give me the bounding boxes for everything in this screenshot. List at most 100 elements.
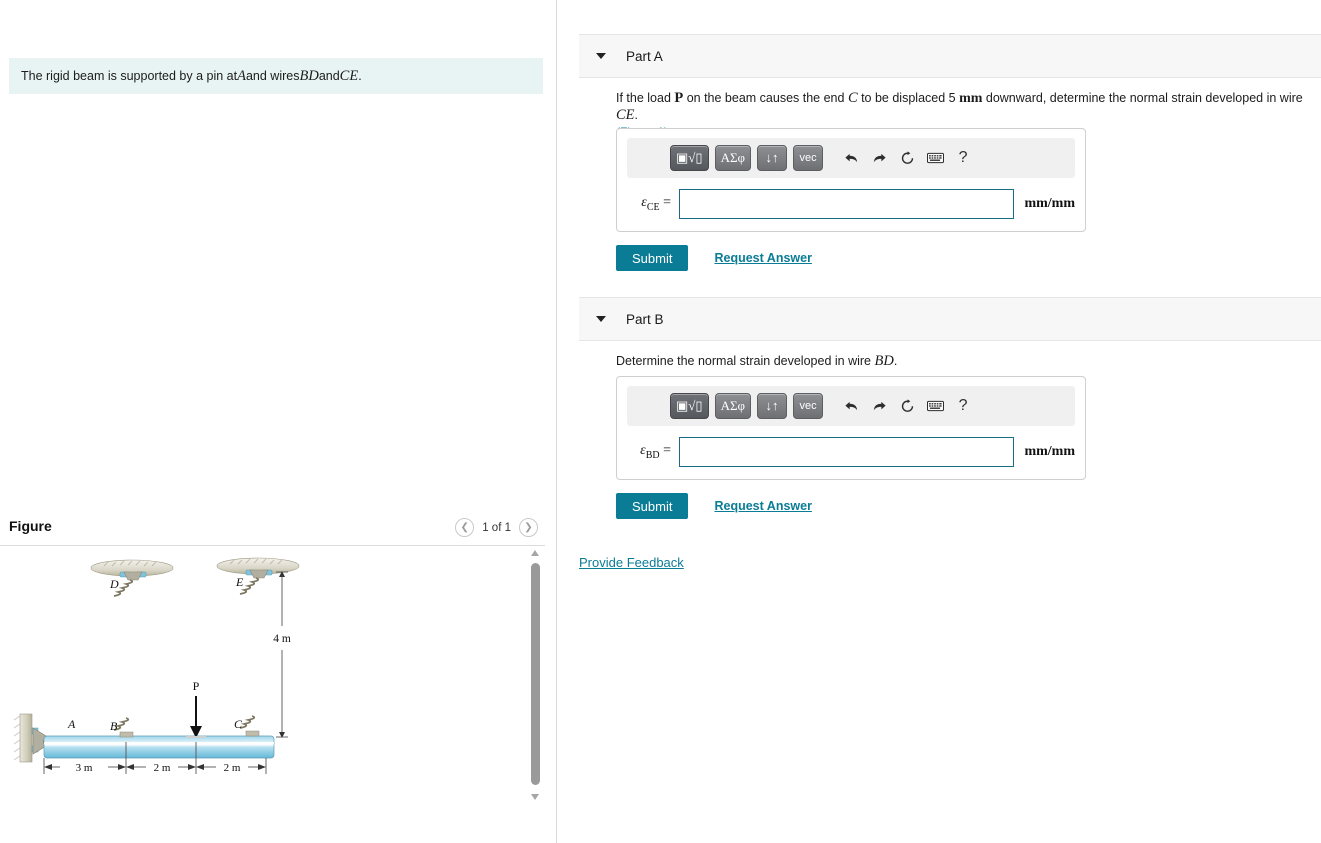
- part-b-label: Part B: [626, 311, 664, 327]
- help-glyph: ?: [958, 397, 968, 414]
- figure-prev-button[interactable]: ❮: [455, 518, 475, 537]
- qb-text2: .: [893, 354, 898, 368]
- part-a-units: mm/mm: [1024, 196, 1075, 211]
- qa-wire-ce: CE: [616, 107, 635, 123]
- caret-down-icon[interactable]: [596, 316, 606, 322]
- part-a-answer-label: εCE =: [627, 195, 671, 213]
- help-icon[interactable]: ?: [952, 147, 974, 169]
- load-arrow-p: [186, 696, 206, 738]
- updown-arrows-label: ↓↑: [765, 150, 779, 165]
- caret-down-icon[interactable]: [596, 53, 606, 59]
- left-panel: The rigid beam is supported by a pin at …: [0, 0, 557, 843]
- updown-arrows-label: ↓↑: [765, 398, 779, 413]
- part-a-label: Part A: [626, 48, 663, 64]
- statement-text-part2: and wires: [245, 69, 300, 83]
- qa-text4: downward, determine the normal strain de…: [982, 91, 1303, 105]
- part-a-request-answer-link[interactable]: Request Answer: [714, 251, 811, 265]
- part-b-toolbar: ▣√▯ ΑΣφ ↓↑ vec ?: [627, 386, 1075, 426]
- undo-icon[interactable]: [840, 395, 862, 417]
- vector-icon[interactable]: vec: [793, 145, 824, 171]
- beam-pad-b: [119, 731, 134, 738]
- dimension-label-1: 3 m: [76, 762, 93, 774]
- undo-icon[interactable]: [840, 147, 862, 169]
- label-a: A: [67, 717, 76, 731]
- help-glyph: ?: [958, 149, 968, 166]
- dimension-4m: [276, 571, 288, 738]
- qa-text2: on the beam causes the end: [683, 91, 848, 105]
- problem-statement: The rigid beam is supported by a pin at …: [9, 58, 543, 94]
- math-template-icon[interactable]: ▣√▯: [670, 393, 709, 419]
- part-a-answer-box: ▣√▯ ΑΣφ ↓↑ vec ? εCE = mm/mm: [616, 128, 1086, 232]
- part-b-answer-input[interactable]: [679, 437, 1015, 467]
- dimension-label-3: 2 m: [224, 762, 241, 774]
- greek-letters-icon[interactable]: ΑΣφ: [714, 393, 752, 419]
- greek-letters-label: ΑΣφ: [720, 150, 746, 165]
- keyboard-icon[interactable]: [924, 147, 946, 169]
- label-p: P: [193, 679, 200, 693]
- keyboard-icon[interactable]: [924, 395, 946, 417]
- dimension-label-2: 2 m: [154, 762, 171, 774]
- greek-letters-label: ΑΣφ: [720, 398, 746, 413]
- part-b-header[interactable]: Part B: [579, 297, 1321, 341]
- part-a-submit-button[interactable]: Submit: [616, 245, 689, 271]
- reset-icon[interactable]: [896, 395, 918, 417]
- reset-icon[interactable]: [896, 147, 918, 169]
- part-a-header[interactable]: Part A: [579, 34, 1321, 78]
- part-b-answer-row: εBD = mm/mm: [617, 426, 1085, 479]
- qb-text1: Determine the normal strain developed in…: [616, 354, 875, 368]
- subscript-ce: CE: [646, 201, 660, 213]
- statement-text-part4: .: [358, 69, 362, 83]
- beam-diagram: P A B C D E 4 m 3 m 2 m 2 m: [13, 557, 300, 774]
- qa-load-p: P: [674, 90, 684, 106]
- qa-text3: to be displaced 5: [857, 91, 960, 105]
- qa-point-c: C: [847, 90, 858, 106]
- figure-counter: 1 of 1: [482, 521, 511, 534]
- greek-letters-icon[interactable]: ΑΣφ: [714, 145, 752, 171]
- updown-arrows-icon[interactable]: ↓↑: [757, 145, 788, 171]
- scroll-up-arrow-icon[interactable]: [531, 550, 539, 556]
- figure-scrollbar[interactable]: [528, 546, 543, 804]
- vector-label: vec: [799, 400, 817, 412]
- label-4m: 4 m: [273, 633, 291, 645]
- statement-wire-bd: BD: [299, 67, 319, 84]
- part-a-toolbar: ▣√▯ ΑΣφ ↓↑ vec ?: [627, 138, 1075, 178]
- part-b-request-answer-link[interactable]: Request Answer: [714, 499, 811, 513]
- beam-pad-c: [245, 730, 260, 737]
- scroll-down-arrow-icon[interactable]: [531, 794, 539, 800]
- vector-icon[interactable]: vec: [793, 393, 824, 419]
- redo-icon[interactable]: [868, 395, 890, 417]
- part-b-answer-box: ▣√▯ ΑΣφ ↓↑ vec ? εBD = mm/mm: [616, 376, 1086, 480]
- chevron-left-icon: ❮: [460, 521, 469, 533]
- part-a-actions: Submit Request Answer: [616, 245, 812, 271]
- right-panel: Part A If the load P on the beam causes …: [558, 0, 1321, 843]
- math-template-label: ▣√▯: [676, 150, 703, 165]
- figure-panel: P A B C D E 4 m 3 m 2 m 2 m: [0, 546, 545, 816]
- figure-title: Figure: [9, 518, 52, 534]
- part-a-answer-row: εCE = mm/mm: [617, 178, 1085, 231]
- part-a-answer-input[interactable]: [679, 189, 1015, 219]
- scrollbar-thumb[interactable]: [531, 563, 540, 785]
- label-d: D: [109, 577, 119, 591]
- updown-arrows-icon[interactable]: ↓↑: [757, 393, 788, 419]
- qb-wire-bd: BD: [874, 353, 894, 369]
- subscript-bd: BD: [645, 449, 660, 461]
- ceiling-support-e: [216, 557, 300, 595]
- chevron-right-icon: ❯: [524, 521, 533, 533]
- redo-icon[interactable]: [868, 147, 890, 169]
- statement-text-part3: and: [318, 69, 340, 83]
- figure-next-button[interactable]: ❯: [519, 518, 538, 537]
- ceiling-support-d: [90, 559, 174, 597]
- qa-text1: If the load: [616, 91, 675, 105]
- label-c: C: [234, 717, 243, 731]
- label-e: E: [235, 575, 244, 589]
- part-b-submit-button[interactable]: Submit: [616, 493, 689, 519]
- part-b-question: Determine the normal strain developed in…: [616, 353, 1306, 370]
- statement-text-part1: The rigid beam is supported by a pin at: [21, 69, 238, 83]
- help-icon[interactable]: ?: [952, 395, 974, 417]
- provide-feedback-link[interactable]: Provide Feedback: [579, 555, 684, 570]
- label-b: B: [110, 719, 118, 733]
- math-template-label: ▣√▯: [676, 398, 703, 413]
- math-template-icon[interactable]: ▣√▯: [670, 145, 709, 171]
- vector-label: vec: [799, 152, 817, 164]
- part-b-units: mm/mm: [1024, 444, 1075, 459]
